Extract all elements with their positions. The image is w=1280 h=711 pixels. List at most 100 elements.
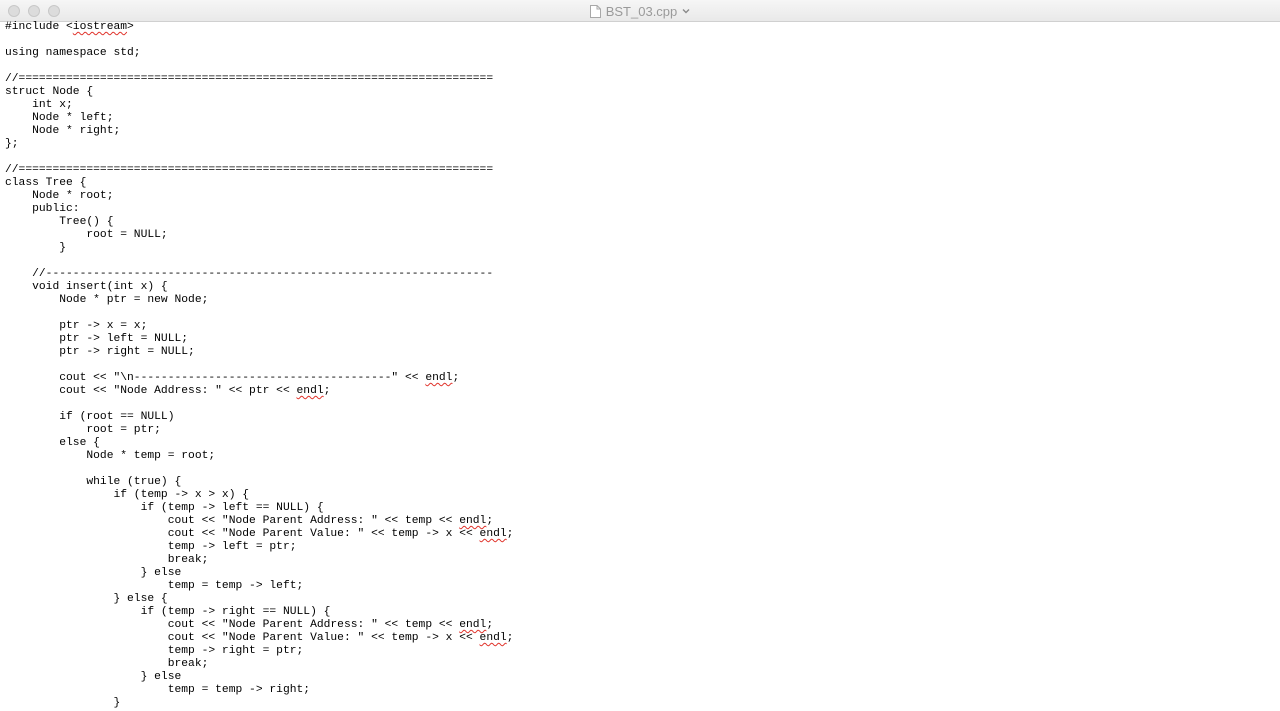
code-text: cout << "Node Parent Address: " << temp … xyxy=(5,515,460,527)
code-line[interactable]: cout << "Node Parent Value: " << temp ->… xyxy=(5,528,1275,541)
code-line[interactable]: } else xyxy=(5,567,1275,580)
code-line[interactable]: } xyxy=(5,242,1275,255)
code-line[interactable]: if (root == NULL) xyxy=(5,411,1275,424)
code-line[interactable]: if (temp -> left == NULL) { xyxy=(5,502,1275,515)
code-text: cout << "Node Parent Value: " << temp ->… xyxy=(5,632,480,644)
code-line[interactable]: int x; xyxy=(5,99,1275,112)
window-title-menu[interactable]: BST_03.cpp xyxy=(589,3,691,19)
code-line[interactable] xyxy=(5,255,1275,268)
code-line[interactable] xyxy=(5,307,1275,320)
code-line[interactable]: void insert(int x) { xyxy=(5,281,1275,294)
code-line[interactable]: Node * left; xyxy=(5,112,1275,125)
code-line[interactable]: while (true) { xyxy=(5,476,1275,489)
misspelled-word: endl xyxy=(425,372,453,384)
code-text: public: xyxy=(5,203,80,215)
code-line[interactable]: public: xyxy=(5,203,1275,216)
code-text: struct Node { xyxy=(5,86,94,98)
code-text: ptr -> x = x; xyxy=(5,320,148,332)
code-text: //======================================… xyxy=(5,164,494,176)
code-line[interactable]: using namespace std; xyxy=(5,47,1275,60)
code-text: ptr -> left = NULL; xyxy=(5,333,189,345)
code-line[interactable]: }; xyxy=(5,138,1275,151)
code-text: cout << "Node Address: " << ptr << xyxy=(5,385,297,397)
code-text: Node * ptr = new Node; xyxy=(5,294,209,306)
zoom-button[interactable] xyxy=(48,5,60,17)
code-line[interactable]: } else { xyxy=(5,593,1275,606)
code-text: cout << "Node Parent Value: " << temp ->… xyxy=(5,528,480,540)
code-line[interactable]: //======================================… xyxy=(5,73,1275,86)
code-line[interactable]: ptr -> right = NULL; xyxy=(5,346,1275,359)
code-line[interactable] xyxy=(5,463,1275,476)
code-line[interactable] xyxy=(5,151,1275,164)
code-text: > xyxy=(127,21,134,33)
code-line[interactable]: ptr -> left = NULL; xyxy=(5,333,1275,346)
code-text: ; xyxy=(452,372,460,384)
code-text: ; xyxy=(506,632,514,644)
code-line[interactable]: cout << "\n-----------------------------… xyxy=(5,372,1275,385)
code-line[interactable]: cout << "Node Parent Address: " << temp … xyxy=(5,619,1275,632)
close-button[interactable] xyxy=(8,5,20,17)
code-text: if (temp -> x > x) { xyxy=(5,489,250,501)
code-line[interactable]: //======================================… xyxy=(5,164,1275,177)
code-line[interactable]: cout << "Node Parent Value: " << temp ->… xyxy=(5,632,1275,645)
code-line[interactable]: Node * root; xyxy=(5,190,1275,203)
code-text: Node * right; xyxy=(5,125,121,137)
code-text: ; xyxy=(323,385,331,397)
code-text: class Tree { xyxy=(5,177,87,189)
code-line[interactable]: class Tree { xyxy=(5,177,1275,190)
code-text: //--------------------------------------… xyxy=(5,268,494,280)
code-text: } else xyxy=(5,671,182,683)
code-text: root = ptr; xyxy=(5,424,161,436)
chevron-down-icon[interactable] xyxy=(682,7,690,15)
code-line[interactable]: Node * ptr = new Node; xyxy=(5,294,1275,307)
code-line[interactable]: else { xyxy=(5,437,1275,450)
window-title: BST_03.cpp xyxy=(605,3,678,19)
title-bar[interactable]: BST_03.cpp xyxy=(0,0,1280,22)
code-line[interactable]: temp = temp -> left; xyxy=(5,580,1275,593)
code-text: temp = temp -> left; xyxy=(5,580,304,592)
code-line[interactable]: temp -> right = ptr; xyxy=(5,645,1275,658)
code-line[interactable]: cout << "Node Address: " << ptr << endl; xyxy=(5,385,1275,398)
code-line[interactable]: cout << "Node Parent Address: " << temp … xyxy=(5,515,1275,528)
code-text: if (temp -> left == NULL) { xyxy=(5,502,324,514)
code-line[interactable]: root = NULL; xyxy=(5,229,1275,242)
code-line[interactable] xyxy=(5,34,1275,47)
code-line[interactable]: break; xyxy=(5,658,1275,671)
code-line[interactable]: Node * right; xyxy=(5,125,1275,138)
misspelled-word: endl xyxy=(296,385,324,397)
code-line[interactable]: temp = temp -> right; xyxy=(5,684,1275,697)
code-text: } else { xyxy=(5,593,168,605)
misspelled-word: endl xyxy=(459,619,487,631)
code-text: int x; xyxy=(5,99,73,111)
code-line[interactable]: ptr -> x = x; xyxy=(5,320,1275,333)
code-text: cout << "\n-----------------------------… xyxy=(5,372,426,384)
code-line[interactable]: } else xyxy=(5,671,1275,684)
code-line[interactable]: Tree() { xyxy=(5,216,1275,229)
code-text: }; xyxy=(5,138,19,150)
code-text: break; xyxy=(5,658,209,670)
code-line[interactable]: struct Node { xyxy=(5,86,1275,99)
code-line[interactable]: #include <iostream> xyxy=(5,21,1275,34)
code-line[interactable] xyxy=(5,60,1275,73)
code-line[interactable]: } xyxy=(5,697,1275,710)
code-line[interactable] xyxy=(5,398,1275,411)
code-line[interactable]: temp -> left = ptr; xyxy=(5,541,1275,554)
code-text: temp -> left = ptr; xyxy=(5,541,297,553)
code-line[interactable]: if (temp -> right == NULL) { xyxy=(5,606,1275,619)
code-text: Node * left; xyxy=(5,112,114,124)
code-line[interactable]: Node * temp = root; xyxy=(5,450,1275,463)
misspelled-word: iostream xyxy=(72,21,128,33)
code-text: } xyxy=(5,242,67,254)
misspelled-word: endl xyxy=(479,528,507,540)
code-editor[interactable]: #include <iostream> using namespace std;… xyxy=(5,21,1275,711)
minimize-button[interactable] xyxy=(28,5,40,17)
code-text: ; xyxy=(486,619,494,631)
code-line[interactable]: //--------------------------------------… xyxy=(5,268,1275,281)
code-text: ptr -> right = NULL; xyxy=(5,346,195,358)
code-text: void insert(int x) { xyxy=(5,281,168,293)
code-line[interactable]: if (temp -> x > x) { xyxy=(5,489,1275,502)
code-text: } xyxy=(5,697,121,709)
code-line[interactable]: break; xyxy=(5,554,1275,567)
code-line[interactable]: root = ptr; xyxy=(5,424,1275,437)
code-line[interactable] xyxy=(5,359,1275,372)
